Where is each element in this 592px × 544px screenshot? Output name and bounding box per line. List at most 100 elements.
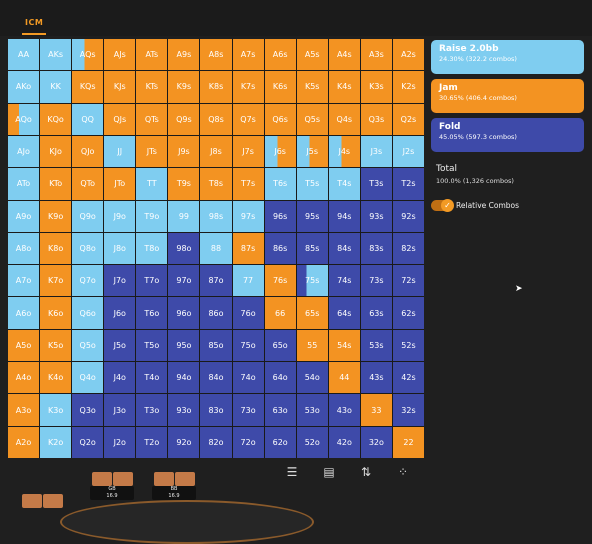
hand-cell[interactable]: 43s xyxy=(360,362,392,394)
player-seat-2[interactable]: BB 16.9 xyxy=(152,472,196,500)
hand-cell[interactable]: J2o xyxy=(104,426,136,458)
hand-cell[interactable]: J4o xyxy=(104,362,136,394)
hand-cell[interactable]: 54o xyxy=(296,362,328,394)
hand-cell[interactable]: T4o xyxy=(136,362,168,394)
hand-cell[interactable]: T8o xyxy=(136,232,168,265)
hand-cell[interactable]: JTo xyxy=(104,168,136,200)
hand-cell[interactable]: KQo xyxy=(40,103,72,135)
hand-cell[interactable]: A4s xyxy=(328,39,360,71)
hand-cell[interactable]: Q7s xyxy=(232,103,264,135)
hand-cell[interactable]: A2s xyxy=(392,39,424,71)
hand-cell[interactable]: 86o xyxy=(200,297,232,329)
hand-cell[interactable]: 82o xyxy=(200,426,232,458)
hand-cell[interactable]: Q8s xyxy=(200,103,232,135)
scatter-icon[interactable]: ⁘ xyxy=(396,465,410,479)
hand-cell[interactable]: A5o xyxy=(8,329,40,362)
hand-cell[interactable]: Q8o xyxy=(72,232,104,265)
hand-cell[interactable]: QTs xyxy=(136,103,168,135)
hand-cell[interactable]: T7s xyxy=(232,168,264,200)
hand-cell[interactable]: AJo xyxy=(8,135,40,168)
hand-cell[interactable]: 63s xyxy=(360,297,392,329)
hand-cell[interactable]: 87s xyxy=(232,232,264,265)
hand-cell[interactable]: 32o xyxy=(360,426,392,458)
hand-cell[interactable]: K9o xyxy=(40,200,72,232)
hand-cell[interactable]: 74o xyxy=(232,362,264,394)
hand-cell[interactable]: JTs xyxy=(136,135,168,168)
hand-cell[interactable]: K2o xyxy=(40,426,72,458)
hand-cell[interactable]: J5o xyxy=(104,329,136,362)
hand-cell[interactable]: K4o xyxy=(40,362,72,394)
hand-cell[interactable]: J7o xyxy=(104,265,136,297)
hand-cell[interactable]: 53o xyxy=(296,394,328,426)
hand-cell[interactable]: K3s xyxy=(360,71,392,103)
hand-cell[interactable]: K6o xyxy=(40,297,72,329)
hand-cell[interactable]: 43o xyxy=(328,394,360,426)
hand-cell[interactable]: A3o xyxy=(8,394,40,426)
hand-cell[interactable]: K9s xyxy=(168,71,200,103)
hand-cell[interactable]: 98s xyxy=(200,200,232,232)
hand-cell[interactable]: Q6o xyxy=(72,297,104,329)
hand-cell[interactable]: 62o xyxy=(264,426,296,458)
hand-cell[interactable]: T9o xyxy=(136,200,168,232)
hand-cell[interactable]: Q3o xyxy=(72,394,104,426)
hand-cell[interactable]: 87o xyxy=(200,265,232,297)
hand-cell[interactable]: 65s xyxy=(296,297,328,329)
hand-cell[interactable]: 55 xyxy=(296,329,328,362)
hand-cell[interactable]: ATo xyxy=(8,168,40,200)
hand-cell[interactable]: 98o xyxy=(168,232,200,265)
hand-cell[interactable]: KK xyxy=(40,71,72,103)
table-icon[interactable]: ▤ xyxy=(322,465,336,479)
hand-cell[interactable]: 75s xyxy=(296,265,328,297)
hand-cell[interactable]: AKo xyxy=(8,71,40,103)
hand-cell[interactable]: A2o xyxy=(8,426,40,458)
hand-cell[interactable]: J3o xyxy=(104,394,136,426)
hand-cell[interactable]: 52s xyxy=(392,329,424,362)
hand-cell[interactable]: J2s xyxy=(392,135,424,168)
hand-cell[interactable]: 85o xyxy=(200,329,232,362)
hand-cell[interactable]: 52o xyxy=(296,426,328,458)
hand-cell[interactable]: ATs xyxy=(136,39,168,71)
hand-cell[interactable]: 42s xyxy=(392,362,424,394)
hand-cell[interactable]: Q2o xyxy=(72,426,104,458)
hand-cell[interactable]: Q6s xyxy=(264,103,296,135)
player-seat-3[interactable] xyxy=(22,494,63,508)
hand-cell[interactable]: KQs xyxy=(72,71,104,103)
hand-cell[interactable]: 32s xyxy=(392,394,424,426)
hand-cell[interactable]: KJo xyxy=(40,135,72,168)
hand-cell[interactable]: A6s xyxy=(264,39,296,71)
hand-cell[interactable]: Q2s xyxy=(392,103,424,135)
hand-cell[interactable]: 86s xyxy=(264,232,296,265)
hand-cell[interactable]: JJ xyxy=(104,135,136,168)
hand-cell[interactable]: T3s xyxy=(360,168,392,200)
hand-cell[interactable]: 96s xyxy=(264,200,296,232)
hand-cell[interactable]: K3o xyxy=(40,394,72,426)
hand-cell[interactable]: Q9s xyxy=(168,103,200,135)
hand-cell[interactable]: T6o xyxy=(136,297,168,329)
hand-cell[interactable]: K4s xyxy=(328,71,360,103)
hand-cell[interactable]: A6o xyxy=(8,297,40,329)
hand-cell[interactable]: 44 xyxy=(328,362,360,394)
hand-cell[interactable]: QQ xyxy=(72,103,104,135)
hand-cell[interactable]: QJs xyxy=(104,103,136,135)
hand-cell[interactable]: 33 xyxy=(360,394,392,426)
hand-cell[interactable]: 84o xyxy=(200,362,232,394)
hand-cell[interactable]: T8s xyxy=(200,168,232,200)
hand-cell[interactable]: 64s xyxy=(328,297,360,329)
hand-cell[interactable]: 88 xyxy=(200,232,232,265)
hand-cell[interactable]: K8o xyxy=(40,232,72,265)
hand-cell[interactable]: A4o xyxy=(8,362,40,394)
hand-cell[interactable]: Q5s xyxy=(296,103,328,135)
hand-cell[interactable]: A7o xyxy=(8,265,40,297)
hand-cell[interactable]: A8s xyxy=(200,39,232,71)
hand-cell[interactable]: T5s xyxy=(296,168,328,200)
hand-cell[interactable]: AKs xyxy=(40,39,72,71)
hand-cell[interactable]: 53s xyxy=(360,329,392,362)
hand-cell[interactable]: K2s xyxy=(392,71,424,103)
hand-cell[interactable]: A9o xyxy=(8,200,40,232)
hand-cell[interactable]: 42o xyxy=(328,426,360,458)
hand-cell[interactable]: 73s xyxy=(360,265,392,297)
hand-cell[interactable]: 93s xyxy=(360,200,392,232)
hand-cell[interactable]: 93o xyxy=(168,394,200,426)
hand-cell[interactable]: T6s xyxy=(264,168,296,200)
hand-cell[interactable]: J8o xyxy=(104,232,136,265)
